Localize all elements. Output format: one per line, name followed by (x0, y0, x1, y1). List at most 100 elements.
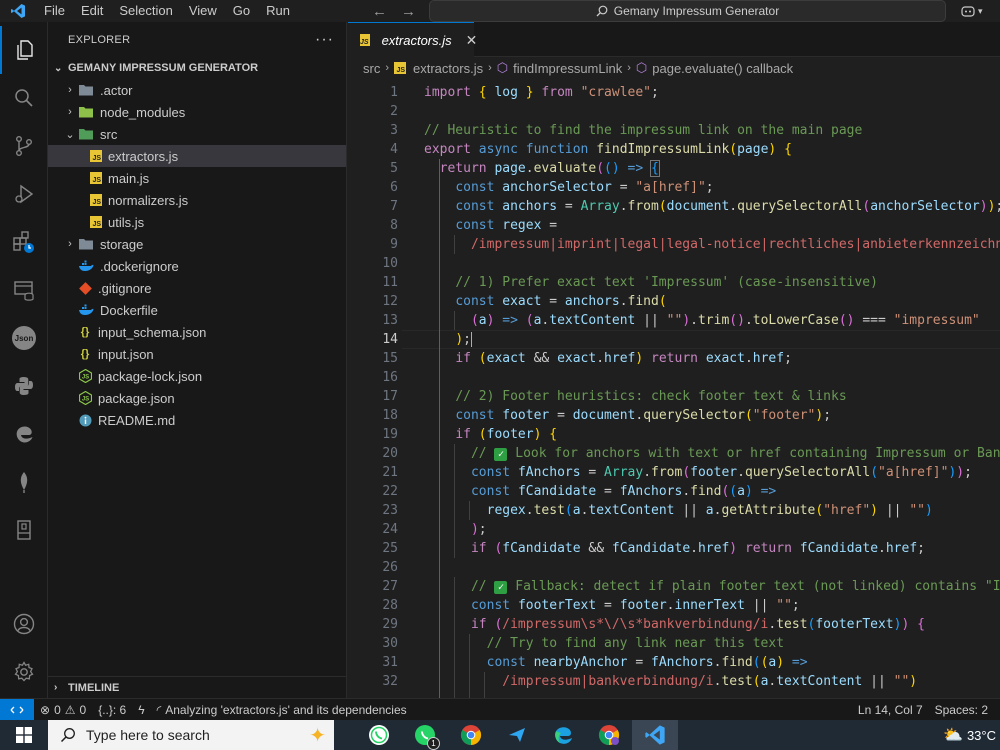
tree-item-label: storage (100, 236, 144, 252)
tree-item-label: README.md (98, 412, 176, 428)
timeline-label: TIMELINE (68, 681, 120, 694)
timeline-section-header[interactable]: › TIMELINE (48, 676, 346, 698)
breadcrumb-function[interactable]: findImpressumLink (513, 61, 622, 76)
code-line: 10 (382, 256, 398, 271)
tree-item-input-json[interactable]: {} input.json (48, 343, 346, 365)
tree-item-readme-md[interactable]: README.md (48, 409, 346, 431)
nav-arrows: ← → (372, 0, 416, 22)
code-line: 20 // ✓ Look for anchors with text or hr… (382, 446, 1000, 461)
source-control-icon[interactable] (0, 122, 48, 170)
problems-indicator[interactable]: ⊗ 0 ⚠ 0 (34, 703, 92, 717)
svg-text:JS: JS (81, 375, 88, 381)
menu-file[interactable]: File (36, 0, 73, 22)
weather-icon[interactable]: ⛅ (943, 725, 963, 745)
project-section-header[interactable]: ⌄ GEMANY IMPRESSUM GENERATOR (48, 57, 346, 79)
menu-run[interactable]: Run (258, 0, 298, 22)
tree-item-input-schema-json[interactable]: {} input_schema.json (48, 321, 346, 343)
paper-plane-icon[interactable] (494, 720, 540, 750)
git-icon (78, 281, 92, 295)
folder-icon (78, 83, 94, 97)
node-modules-folder-icon (78, 105, 94, 119)
code-line: 9 /impressum|imprint|legal|legal-notice|… (390, 237, 1000, 252)
breadcrumb-callback[interactable]: page.evaluate() callback (652, 61, 793, 76)
cursor-position-label: Ln 14, Col 7 (857, 703, 923, 717)
whatsapp-business-icon[interactable]: 1 (402, 720, 448, 750)
cursor-position[interactable]: Ln 14, Col 7 (852, 703, 929, 717)
tab-extractors-js[interactable]: JS extractors.js ✕ (348, 22, 477, 57)
settings-gear-icon[interactable] (0, 648, 48, 696)
tree-item-main-js[interactable]: JS main.js (48, 167, 346, 189)
more-actions-icon[interactable]: ··· (315, 31, 334, 49)
lightning-icon[interactable]: ϟ (132, 703, 150, 717)
tree-item-extractors-js[interactable]: JS extractors.js (48, 145, 346, 167)
remote-explorer-icon[interactable] (0, 266, 48, 314)
close-icon[interactable]: ✕ (466, 32, 478, 49)
chrome-icon[interactable] (448, 720, 494, 750)
code-editor[interactable]: 1 import { log } from "crawlee"; 2 3// He… (348, 83, 1000, 698)
account-icon[interactable] (0, 600, 48, 648)
chevron-right-icon: › (68, 84, 72, 96)
menu-edit[interactable]: Edit (73, 0, 111, 22)
breadcrumb: src › JS extractors.js › ⬡ findImpressum… (348, 57, 1000, 79)
code-line: 24 ); (382, 522, 487, 537)
whatsapp-badge: 1 (427, 737, 440, 750)
tree-item-utils-js[interactable]: JS utils.js (48, 211, 346, 233)
tree-item-normalizers-js[interactable]: JS normalizers.js (48, 189, 346, 211)
command-center[interactable]: Gemany Impressum Generator (429, 0, 946, 22)
remote-indicator-icon[interactable] (0, 698, 34, 721)
tree-item-src[interactable]: ⌄ src (48, 123, 346, 145)
windows-start-icon[interactable] (0, 720, 48, 750)
ports-indicator[interactable]: {..}: 6 (92, 703, 132, 717)
back-arrow-icon[interactable]: ← (372, 3, 387, 20)
taskbar-search-box[interactable]: Type here to search ✦ (48, 720, 334, 750)
code-line: 21 const fAnchors = Array.from(footer.qu… (382, 465, 972, 480)
vscode-icon[interactable] (632, 720, 678, 750)
code-line: 2 (390, 104, 398, 119)
tree-item-package-lock-json[interactable]: JS package-lock.json (48, 365, 346, 387)
chevron-right-icon: › (68, 238, 72, 250)
tree-item-package-json[interactable]: JS package.json (48, 387, 346, 409)
tree-item-node-modules[interactable]: › node_modules (48, 101, 346, 123)
code-line: 8 const regex = (390, 218, 558, 233)
temperature-label: 33°C (966, 727, 996, 743)
tree-item-actor[interactable]: › .actor (48, 79, 346, 101)
breadcrumb-file[interactable]: extractors.js (413, 61, 483, 76)
indentation[interactable]: Spaces: 2 (929, 703, 1000, 717)
book-icon[interactable] (0, 506, 48, 554)
menu-view[interactable]: View (181, 0, 225, 22)
run-debug-icon[interactable] (0, 170, 48, 218)
menu-go[interactable]: Go (225, 0, 258, 22)
tree-item-storage[interactable]: › storage (48, 233, 346, 255)
whatsapp-icon[interactable] (356, 720, 402, 750)
src-folder-icon (78, 127, 94, 141)
tree-item-label: node_modules (100, 104, 186, 120)
json-icon[interactable]: Json (0, 314, 48, 362)
chrome-profile-icon[interactable] (586, 720, 632, 750)
analyzing-label: Analyzing 'extractors.js' and its depend… (165, 702, 407, 717)
tree-item-label: input.json (98, 346, 154, 362)
code-line: 27 // ✓ Fallback: detect if plain footer… (382, 579, 1000, 594)
chevron-right-icon: › (627, 62, 631, 74)
breadcrumb-src[interactable]: src (363, 61, 380, 76)
extensions-icon[interactable] (0, 218, 48, 266)
explorer-icon[interactable] (0, 26, 48, 74)
code-line: 18 const footer = document.querySelector… (382, 408, 832, 423)
docker-icon (78, 259, 94, 273)
tree-item-label: package-lock.json (98, 368, 203, 384)
title-bar: File Edit Selection View Go Run ← → Gema… (0, 0, 1000, 22)
tree-item-gitignore[interactable]: .gitignore (48, 277, 346, 299)
edge-icon[interactable] (0, 410, 48, 458)
explorer-header: EXPLORER ··· (48, 22, 346, 57)
edge-icon[interactable] (540, 720, 586, 750)
menu-selection[interactable]: Selection (111, 0, 180, 22)
python-icon[interactable] (0, 362, 48, 410)
mongodb-leaf-icon[interactable] (0, 458, 48, 506)
js-file-icon: JS (90, 216, 102, 228)
forward-arrow-icon[interactable]: → (401, 3, 416, 20)
copilot-icon[interactable]: ▾ (960, 0, 983, 22)
tree-item-dockerignore[interactable]: .dockerignore (48, 255, 346, 277)
tree-item-dockerfile[interactable]: Dockerfile (48, 299, 346, 321)
code-line: 11 // 1) Prefer exact text 'Impressum' (… (382, 275, 878, 290)
code-line: 12 const exact = anchors.find( (382, 294, 667, 309)
search-icon[interactable] (0, 74, 48, 122)
